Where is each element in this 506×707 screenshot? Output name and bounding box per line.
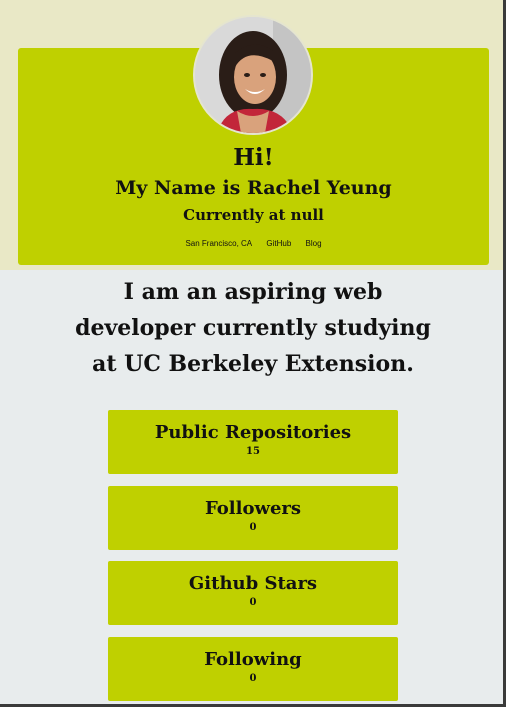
blog-link[interactable]: Blog xyxy=(306,239,322,248)
company-heading: Currently at null xyxy=(183,206,324,224)
stat-value: 0 xyxy=(249,597,257,608)
greeting-heading: Hi! xyxy=(233,144,274,171)
avatar-photo xyxy=(195,17,311,133)
stat-card-followers: Followers 0 xyxy=(108,486,398,550)
stat-value: 15 xyxy=(246,446,260,457)
stat-value: 0 xyxy=(249,673,257,684)
stat-value: 0 xyxy=(249,522,257,533)
stat-title: Followers xyxy=(204,498,302,519)
stat-card-github-stars: Github Stars 0 xyxy=(108,561,398,625)
name-heading: My Name is Rachel Yeung xyxy=(115,177,392,199)
profile-links: San Francisco, CA GitHub Blog xyxy=(18,239,489,248)
stat-title: Following xyxy=(204,649,302,670)
stat-card-public-repos: Public Repositories 15 xyxy=(108,410,398,474)
stat-title: Public Repositories xyxy=(154,422,352,443)
github-link[interactable]: GitHub xyxy=(266,239,291,248)
stat-card-following: Following 0 xyxy=(108,637,398,701)
profile-avatar xyxy=(195,17,311,133)
stat-title: Github Stars xyxy=(188,573,318,594)
location-link[interactable]: San Francisco, CA xyxy=(185,239,252,248)
bio-text: I am an aspiring web developer currently… xyxy=(75,279,431,377)
